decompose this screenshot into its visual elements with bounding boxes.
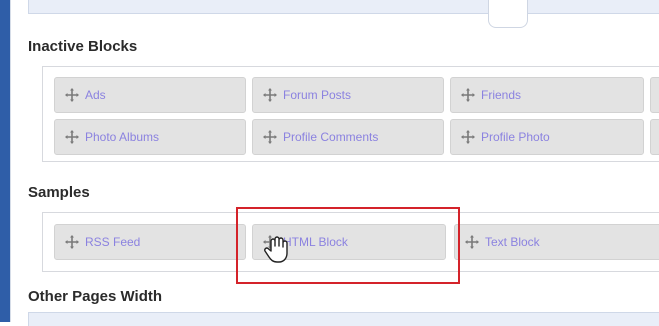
move-icon [65,88,79,102]
block-ads[interactable]: Ads [54,77,246,113]
block-label: Friends [481,88,522,102]
other-pages-width-heading: Other Pages Width [28,288,163,305]
left-accent-bar [0,0,10,322]
move-icon [65,130,79,144]
block-friends[interactable]: Friends [450,77,644,113]
block-label: Text Block [485,235,540,249]
inactive-blocks-heading: Inactive Blocks [28,38,138,55]
block-label: Forum Posts [283,88,352,102]
block-label: Profile Photo [481,130,550,144]
block-forum-posts[interactable]: Forum Posts [252,77,444,113]
block-partial-hidden[interactable] [650,119,659,155]
block-profile-comments[interactable]: Profile Comments [252,119,444,155]
block-rss-feed[interactable]: RSS Feed [54,224,246,260]
block-photo-albums[interactable]: Photo Albums [54,119,246,155]
block-partial-hidden[interactable] [650,77,659,113]
move-icon [65,235,79,249]
move-icon [465,235,479,249]
samples-container: RSS Feed HTML Block Text Block [42,212,659,272]
block-label: Ads [85,88,106,102]
block-label: RSS Feed [85,235,141,249]
move-icon [263,130,277,144]
move-icon [461,130,475,144]
other-pages-width-panel [28,312,659,326]
samples-heading: Samples [28,184,90,201]
top-panel [28,0,659,14]
move-icon [461,88,475,102]
drag-hand-cursor-icon [264,236,290,264]
block-label: HTML Block [283,235,348,249]
move-icon [263,88,277,102]
block-text-block[interactable]: Text Block [454,224,659,260]
block-profile-photo[interactable]: Profile Photo [450,119,644,155]
block-label: Photo Albums [85,130,160,144]
top-panel-tab[interactable] [488,0,528,28]
inactive-blocks-container: Ads Forum Posts Friends Photo Albums Pro… [42,66,659,162]
block-label: Profile Comments [283,130,379,144]
